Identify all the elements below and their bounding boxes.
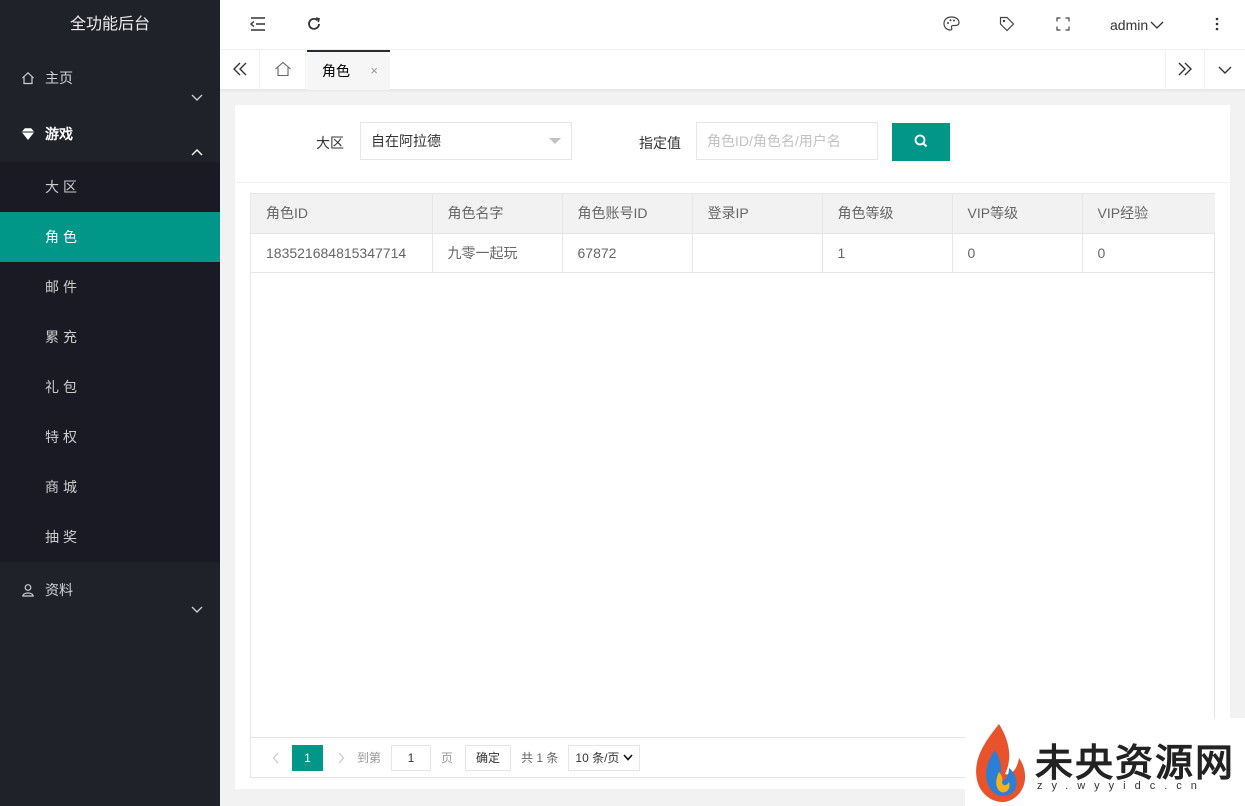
tabs-scroll-right-button[interactable]	[1165, 50, 1205, 90]
region-select[interactable]: 自在阿拉德	[360, 122, 572, 160]
page-size-value: 10 条/页	[575, 750, 620, 765]
table-cell	[692, 233, 823, 273]
tabs-scroll-left-button[interactable]	[220, 50, 260, 90]
sidebar-item-home[interactable]: 主页	[0, 50, 220, 106]
table-cell: 183521684815347714	[251, 233, 433, 273]
caret-down-icon	[549, 138, 561, 144]
sidebar-subitem-recharge[interactable]: 累充	[0, 312, 220, 362]
home-icon	[274, 61, 292, 80]
search-input[interactable]	[696, 122, 878, 160]
menu-fold-icon	[249, 16, 267, 35]
region-select-value: 自在阿拉德	[371, 133, 441, 149]
region-label: 大区	[316, 135, 344, 151]
table-cell: 0	[952, 233, 1083, 273]
next-page-button[interactable]	[331, 752, 351, 764]
role-table: 角色ID 角色名字 角色账号ID 登录IP 角色等级 VIP等级 VIP经验 1…	[250, 193, 1215, 778]
filter-form: 大区 自在阿拉德 指定值	[235, 105, 1230, 183]
total-count: 共 1 条	[521, 751, 559, 765]
more-button[interactable]	[1197, 0, 1237, 50]
user-icon	[20, 582, 36, 598]
table-row[interactable]: 183521684815347714 九零一起玩 67872 1 0 0	[251, 233, 1215, 273]
sidebar: 全功能后台 主页 游戏 大区 角色 邮件 累充 礼包 特权 商城 抽奖 资料	[0, 0, 220, 806]
search-button[interactable]	[892, 123, 950, 161]
chevron-down-icon	[1218, 62, 1232, 78]
username: admin	[1110, 17, 1149, 33]
watermark-subtitle: zy.wyyidc.cn	[1037, 780, 1206, 792]
tabs-bar: 角色 ×	[220, 50, 1245, 90]
sidebar-item-label: 主页	[45, 70, 73, 86]
top-header: admin	[220, 0, 1245, 50]
sidebar-subitem-shop[interactable]: 商城	[0, 462, 220, 512]
sidebar-subitem-role[interactable]: 角色	[0, 212, 220, 262]
search-icon	[913, 133, 929, 152]
table-cell: 0	[1082, 233, 1215, 273]
double-chevron-right-icon	[1177, 62, 1193, 79]
current-page[interactable]: 1	[292, 744, 323, 771]
app-title: 全功能后台	[69, 16, 150, 33]
user-menu[interactable]: admin	[1110, 0, 1164, 50]
sidebar-subitem-lottery[interactable]: 抽奖	[0, 512, 220, 562]
chevron-down-icon	[1150, 20, 1164, 30]
sidebar-subnav-game: 大区 角色 邮件 累充 礼包 特权 商城 抽奖	[0, 162, 220, 562]
goto-confirm-button[interactable]: 确定	[465, 744, 512, 771]
more-vertical-icon	[1215, 17, 1219, 34]
watermark-logo: 未央资源网 zy.wyyidc.cn	[965, 718, 1245, 806]
flame-icon	[976, 724, 1026, 802]
menu-toggle-button[interactable]	[238, 0, 278, 50]
chevron-down-icon	[190, 71, 204, 101]
page-unit-label: 页	[441, 751, 454, 765]
page-size-select[interactable]: 10 条/页	[568, 744, 641, 771]
tabs-menu-button[interactable]	[1205, 50, 1245, 90]
home-icon	[20, 70, 36, 86]
column-header[interactable]: VIP等级	[952, 194, 1083, 234]
chevron-down-icon	[190, 583, 204, 613]
sidebar-item-profile[interactable]: 资料	[0, 562, 220, 618]
table-cell: 九零一起玩	[432, 233, 563, 273]
tag-icon	[999, 16, 1015, 35]
sidebar-subitem-mail[interactable]: 邮件	[0, 262, 220, 312]
goto-page-input[interactable]: 1	[391, 744, 432, 771]
table-cell: 1	[822, 233, 953, 273]
column-header[interactable]: 角色等级	[822, 194, 953, 234]
column-header[interactable]: VIP经验	[1082, 194, 1215, 234]
sidebar-subitem-region[interactable]: 大区	[0, 162, 220, 212]
note-button[interactable]	[987, 0, 1027, 50]
sidebar-subitem-giftpack[interactable]: 礼包	[0, 362, 220, 412]
content-card: 大区 自在阿拉德 指定值 角色ID 角色名字 角色账号ID 登录IP	[235, 105, 1230, 789]
refresh-icon	[306, 16, 322, 35]
tab-label: 角色	[322, 63, 350, 79]
sidebar-item-label: 资料	[45, 582, 73, 598]
table-header-row: 角色ID 角色名字 角色账号ID 登录IP 角色等级 VIP等级 VIP经验	[251, 194, 1215, 234]
sidebar-item-label: 游戏	[45, 126, 73, 142]
chevron-up-icon	[190, 127, 204, 156]
fullscreen-icon	[1056, 16, 1070, 34]
prev-page-button[interactable]	[266, 752, 286, 764]
chevron-down-icon	[623, 754, 634, 761]
sidebar-subitem-privilege[interactable]: 特权	[0, 412, 220, 462]
diamond-icon	[20, 126, 36, 142]
table-cell: 67872	[562, 233, 693, 273]
theme-button[interactable]	[931, 0, 971, 50]
value-label: 指定值	[639, 135, 681, 151]
fullscreen-button[interactable]	[1043, 0, 1083, 50]
tab-role[interactable]: 角色 ×	[307, 50, 390, 90]
refresh-button[interactable]	[294, 0, 334, 50]
column-header[interactable]: 角色ID	[251, 194, 433, 234]
palette-icon	[942, 16, 960, 34]
sidebar-item-game[interactable]: 游戏	[0, 106, 220, 162]
goto-label: 到第	[357, 751, 382, 765]
double-chevron-left-icon	[232, 62, 248, 79]
column-header[interactable]: 角色账号ID	[562, 194, 693, 234]
column-header[interactable]: 角色名字	[432, 194, 563, 234]
watermark-title: 未央资源网	[1035, 740, 1236, 785]
close-icon[interactable]: ×	[370, 64, 378, 77]
column-header[interactable]: 登录IP	[692, 194, 823, 234]
tab-home[interactable]	[260, 50, 306, 90]
